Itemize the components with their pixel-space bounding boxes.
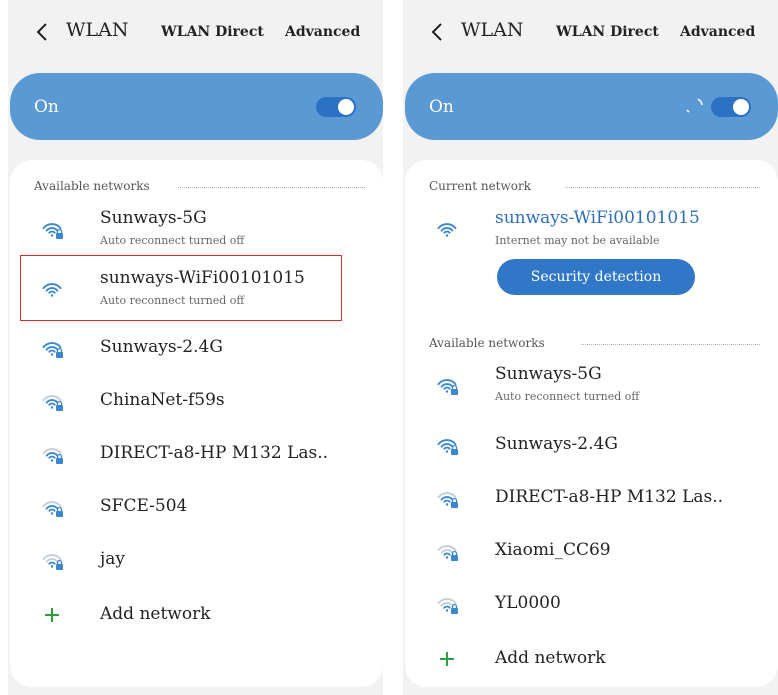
wlan-direct-link[interactable]: WLAN Direct xyxy=(556,24,659,40)
current-network-status: Internet may not be available xyxy=(495,234,660,247)
network-row[interactable]: DIRECT-a8-HP M132 Las.. xyxy=(10,431,383,483)
network-name: Sunways-2.4G xyxy=(100,337,223,357)
network-name: YL0000 xyxy=(495,593,561,613)
wifi-lock-icon xyxy=(42,223,63,239)
wifi-lock-icon xyxy=(42,395,63,411)
wifi-icon xyxy=(42,283,62,297)
page-title: WLAN xyxy=(66,19,129,41)
network-row[interactable]: Sunways-2.4G xyxy=(10,325,383,377)
networks-card: Available networks Sunways-5G Auto recon… xyxy=(10,160,383,687)
network-row[interactable]: Xiaomi_CC69 xyxy=(405,528,778,580)
add-network-row[interactable]: Add network xyxy=(405,634,778,686)
wlan-screen-left: WLAN WLAN Direct Advanced On Available n… xyxy=(8,0,383,695)
header: WLAN WLAN Direct Advanced xyxy=(403,0,778,70)
plus-icon xyxy=(440,652,454,666)
wlan-toggle-bar[interactable]: On xyxy=(10,73,383,140)
wlan-toggle-switch[interactable] xyxy=(316,97,356,117)
network-row[interactable]: SFCE-504 xyxy=(10,484,383,536)
loading-spinner-icon xyxy=(686,98,703,113)
add-network-label: Add network xyxy=(495,648,606,668)
network-row[interactable]: Sunways-2.4G xyxy=(405,422,778,474)
network-name: Sunways-5G xyxy=(100,208,207,228)
chevron-left-icon[interactable] xyxy=(428,20,448,44)
wifi-lock-icon xyxy=(437,439,458,455)
section-divider xyxy=(565,187,760,188)
wifi-icon xyxy=(437,223,457,237)
wifi-lock-icon xyxy=(437,598,458,614)
network-row-selected[interactable]: sunways-WiFi00101015 Auto reconnect turn… xyxy=(10,264,383,316)
network-status: Auto reconnect turned off xyxy=(100,234,245,247)
network-status: Auto reconnect turned off xyxy=(495,390,640,403)
network-name: ChinaNet-f59s xyxy=(100,390,225,410)
section-divider xyxy=(581,344,760,345)
network-name: Xiaomi_CC69 xyxy=(495,540,611,560)
chevron-left-icon[interactable] xyxy=(33,20,53,44)
network-name: Sunways-5G xyxy=(495,364,602,384)
plus-icon xyxy=(45,608,59,622)
wlan-toggle-bar[interactable]: On xyxy=(405,73,778,140)
network-row[interactable]: Sunways-5G Auto reconnect turned off xyxy=(10,204,383,256)
current-network-name: sunways-WiFi00101015 xyxy=(495,208,700,228)
wifi-lock-icon xyxy=(42,448,63,464)
toggle-knob xyxy=(733,99,749,115)
on-label: On xyxy=(429,97,454,117)
section-current-network: Current network xyxy=(429,179,532,193)
wifi-lock-icon xyxy=(437,545,458,561)
toggle-knob xyxy=(338,99,354,115)
network-name: jay xyxy=(100,549,126,569)
network-name: Sunways-2.4G xyxy=(495,434,618,454)
network-row[interactable]: DIRECT-a8-HP M132 Las.. xyxy=(405,475,778,527)
advanced-link[interactable]: Advanced xyxy=(285,24,360,40)
security-detection-button[interactable]: Security detection xyxy=(497,259,695,295)
wifi-lock-icon xyxy=(42,342,63,358)
wifi-lock-icon xyxy=(437,379,458,395)
network-row[interactable]: YL0000 xyxy=(405,581,778,633)
network-name: DIRECT-a8-HP M132 Las.. xyxy=(100,443,329,463)
wifi-lock-icon xyxy=(437,492,458,508)
networks-card: Current network sunways-WiFi00101015 Int… xyxy=(405,160,778,687)
network-name: DIRECT-a8-HP M132 Las.. xyxy=(495,487,724,507)
page-title: WLAN xyxy=(461,19,524,41)
on-label: On xyxy=(34,97,59,117)
wifi-lock-icon xyxy=(42,554,63,570)
wlan-direct-link[interactable]: WLAN Direct xyxy=(161,24,264,40)
section-available-networks: Available networks xyxy=(34,179,150,193)
add-network-label: Add network xyxy=(100,604,211,624)
wifi-lock-icon xyxy=(42,501,63,517)
network-row[interactable]: ChinaNet-f59s xyxy=(10,378,383,430)
wlan-toggle-switch[interactable] xyxy=(711,97,751,117)
network-name: SFCE-504 xyxy=(100,496,188,516)
network-status: Auto reconnect turned off xyxy=(100,294,245,307)
network-row[interactable]: jay xyxy=(10,537,383,589)
advanced-link[interactable]: Advanced xyxy=(680,24,755,40)
wlan-screen-right: WLAN WLAN Direct Advanced On Current net… xyxy=(403,0,778,695)
network-row[interactable]: Sunways-5G Auto reconnect turned off xyxy=(405,360,778,412)
current-network-row[interactable]: sunways-WiFi00101015 Internet may not be… xyxy=(405,204,778,256)
section-divider xyxy=(178,187,365,188)
section-available-networks: Available networks xyxy=(429,336,545,350)
add-network-row[interactable]: Add network xyxy=(10,590,383,642)
header: WLAN WLAN Direct Advanced xyxy=(8,0,383,70)
network-name: sunways-WiFi00101015 xyxy=(100,268,305,288)
